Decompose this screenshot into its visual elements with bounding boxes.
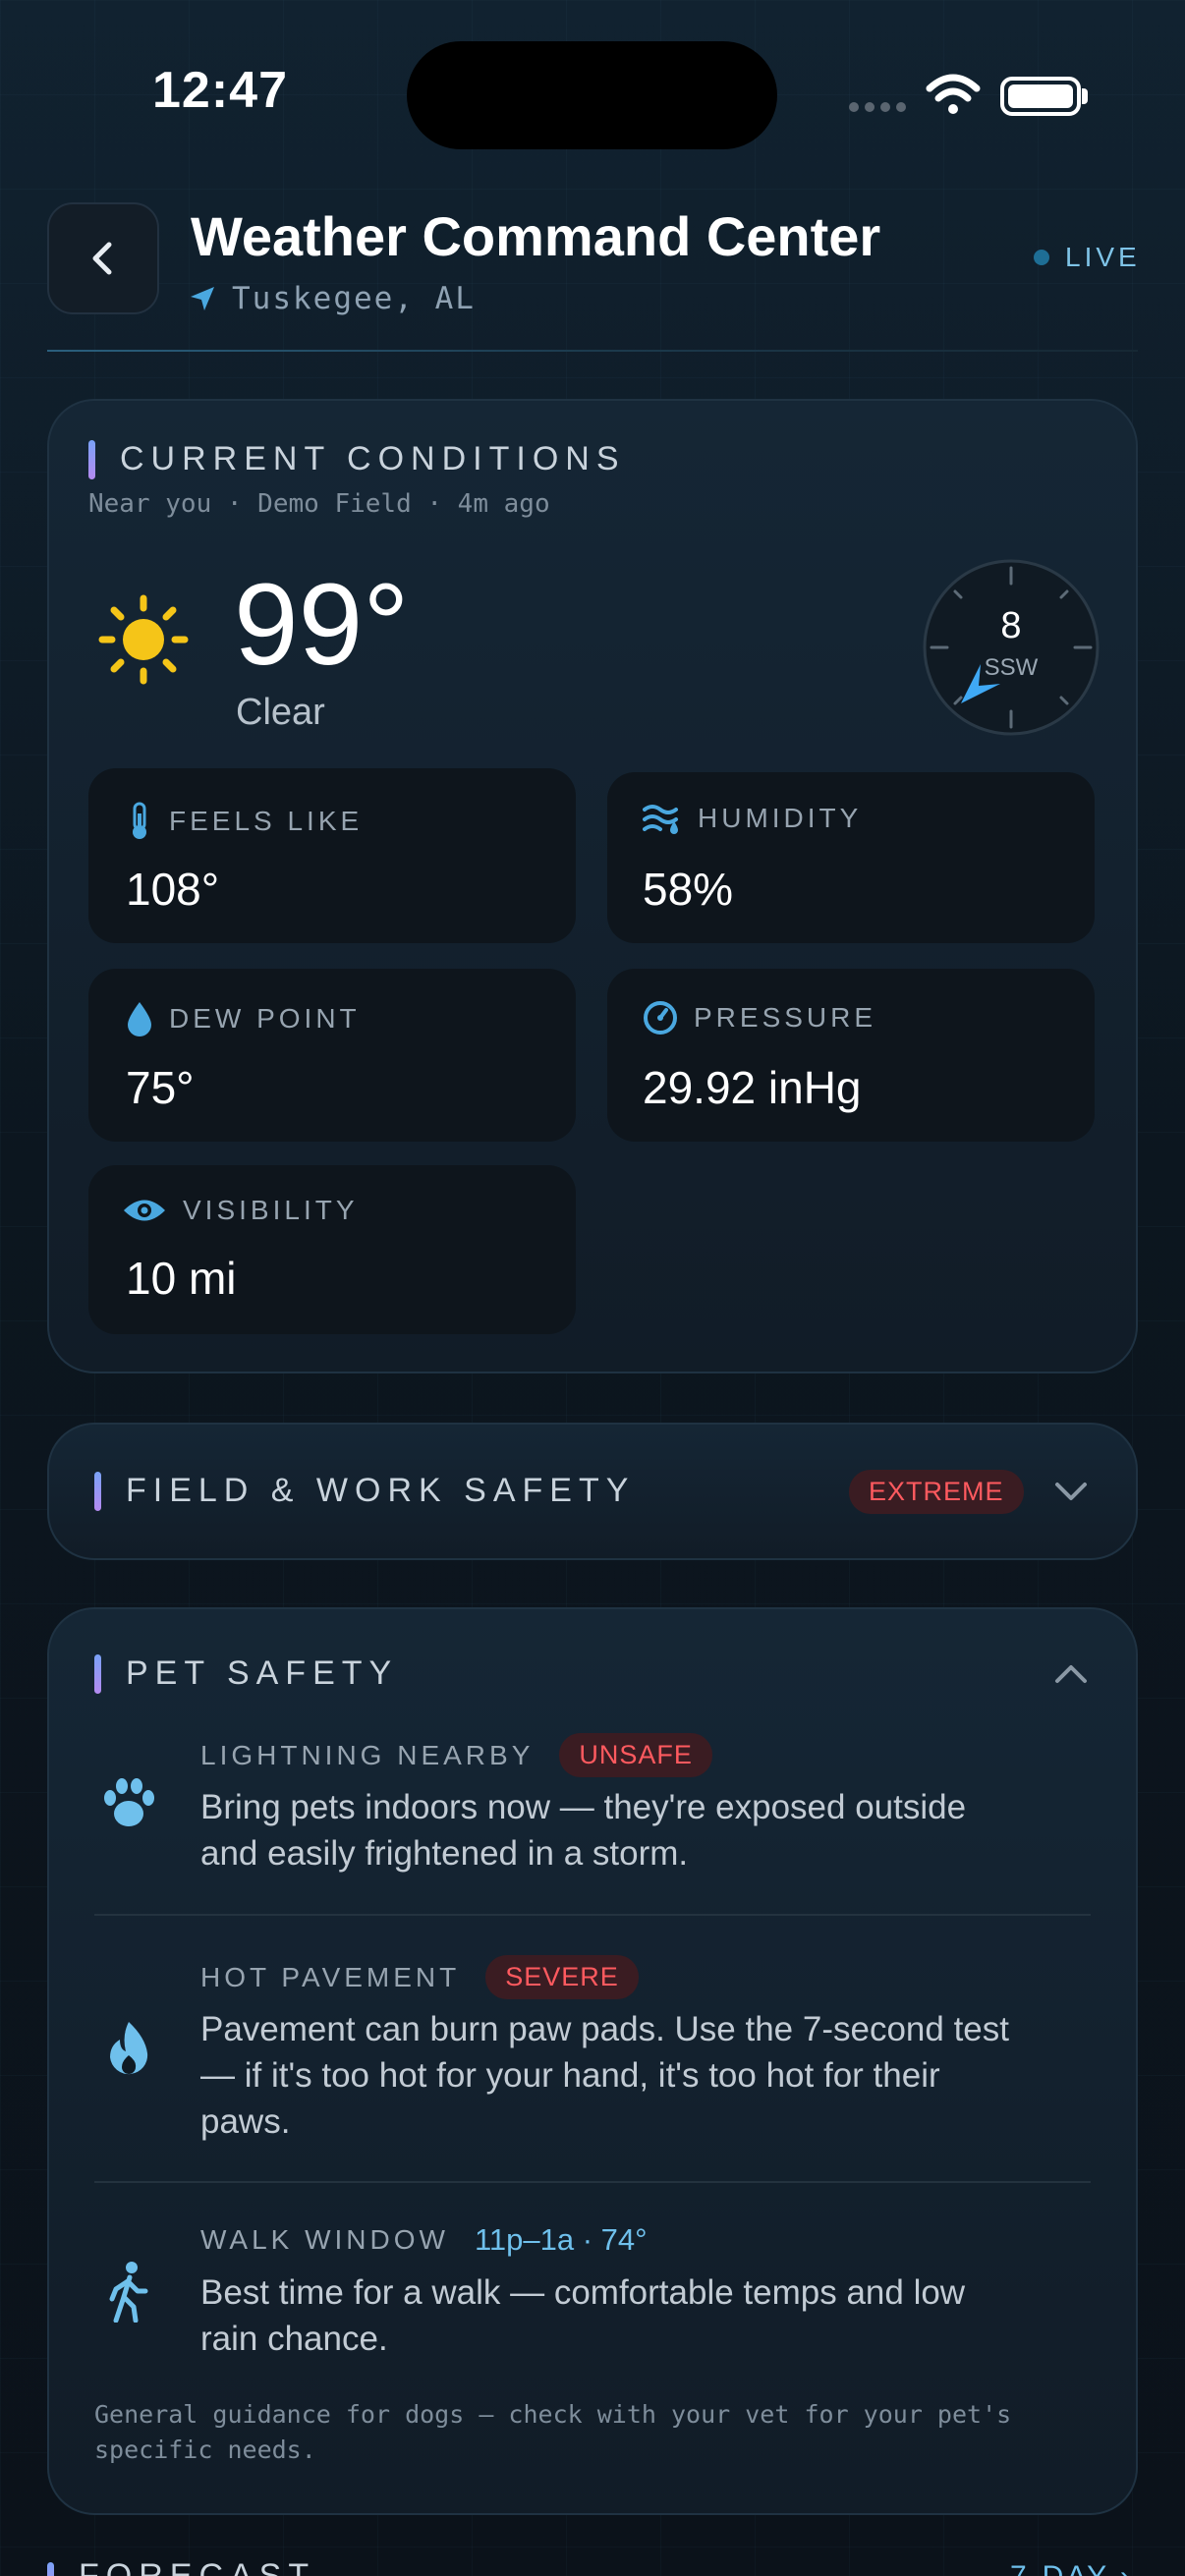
live-indicator: LIVE — [1034, 242, 1141, 273]
walk-window-label: WALK WINDOW — [200, 2224, 449, 2255]
hot-pavement-label: HOT PAVEMENT — [200, 1961, 461, 1992]
divider — [94, 2181, 1091, 2183]
chevron-down-icon[interactable] — [1051, 1472, 1091, 1511]
thermometer-icon — [133, 802, 146, 839]
field-safety-badge: EXTREME — [849, 1470, 1024, 1514]
page-title: Weather Command Center — [191, 205, 881, 267]
chevron-up-icon[interactable] — [1051, 1654, 1091, 1694]
feels-like-tile: FEELS LIKE 108° — [88, 768, 576, 943]
eye-icon — [124, 1200, 165, 1221]
pet-item-label: WALK WINDOW 11p–1a · 74° — [200, 2222, 648, 2258]
walking-person-icon — [109, 2262, 148, 2323]
humidity-tile: HUMIDITY 58% — [607, 772, 1095, 943]
battery-icon — [1000, 77, 1081, 116]
humidity-waves-icon — [643, 805, 678, 834]
pressure-tile: PRESSURE 29.92 inHg — [607, 969, 1095, 1142]
dew-point-tile: DEW POINT 75° — [88, 969, 576, 1142]
dew-point-value: 75° — [126, 1062, 195, 1113]
hot-pavement-text: Pavement can burn paw pads. Use the 7-se… — [200, 2010, 1009, 2141]
section-accent-bar — [94, 1472, 101, 1511]
forecast-title: FORECAST — [79, 2557, 316, 2576]
live-label: LIVE — [1065, 242, 1141, 272]
feels-like-value: 108° — [126, 864, 220, 915]
header-divider — [47, 350, 1138, 352]
wind-compass — [923, 559, 1100, 736]
sun-icon — [98, 594, 189, 685]
current-conditions-title: CURRENT CONDITIONS — [120, 440, 626, 477]
dynamic-island — [407, 41, 777, 149]
walk-window-text: Best time for a walk — comfortable temps… — [200, 2273, 966, 2358]
section-accent-bar — [88, 440, 95, 479]
feels-like-label: FEELS LIKE — [169, 806, 364, 836]
dew-point-label: DEW POINT — [169, 1003, 361, 1034]
chevron-left-icon — [92, 242, 112, 275]
status-time: 12:47 — [152, 62, 288, 119]
flame-icon — [110, 2022, 148, 2075]
location[interactable]: Tuskegee, AL — [189, 281, 476, 316]
water-drop-icon — [128, 1002, 151, 1036]
humidity-label: HUMIDITY — [698, 803, 863, 833]
gauge-icon — [644, 1001, 677, 1035]
back-button[interactable] — [47, 202, 159, 314]
humidity-value: 58% — [643, 864, 734, 915]
unsafe-badge: UNSAFE — [559, 1733, 712, 1777]
cellular-signal-icon — [849, 102, 906, 112]
visibility-value: 10 mi — [126, 1253, 237, 1304]
pet-item-label: HOT PAVEMENT SEVERE — [200, 1955, 639, 1999]
current-conditions-subtitle: Near you · Demo Field · 4m ago — [88, 489, 550, 519]
forecast-7-day-link[interactable]: 7-DAY › — [1010, 2560, 1133, 2576]
pet-safety-footer: General guidance for dogs — check with y… — [94, 2400, 1012, 2464]
battery-nub — [1082, 88, 1088, 104]
pet-item-label: LIGHTNING NEARBY UNSAFE — [200, 1733, 712, 1777]
live-dot-icon — [1034, 250, 1049, 265]
lightning-nearby-text: Bring pets indoors now — they're exposed… — [200, 1788, 967, 1873]
pressure-value: 29.92 inHg — [643, 1062, 862, 1113]
walk-window-time: 11p–1a · 74° — [474, 2222, 648, 2257]
section-accent-bar — [94, 1654, 101, 1694]
wind-direction: SSW — [984, 654, 1039, 681]
lightning-nearby-label: LIGHTNING NEARBY — [200, 1739, 535, 1770]
condition-description: Clear — [236, 692, 325, 733]
divider — [94, 1914, 1091, 1916]
location-arrow-icon — [191, 287, 214, 310]
location-label: Tuskegee, AL — [232, 281, 476, 316]
visibility-tile: VISIBILITY 10 mi — [88, 1165, 576, 1334]
wifi-icon — [926, 74, 981, 114]
section-accent-bar — [47, 2562, 54, 2576]
wind-speed: 8 — [1000, 605, 1022, 646]
visibility-label: VISIBILITY — [183, 1195, 359, 1225]
paw-icon — [104, 1778, 154, 1826]
field-safety-title: FIELD & WORK SAFETY — [126, 1472, 636, 1509]
pet-safety-title: PET SAFETY — [126, 1654, 399, 1692]
pressure-label: PRESSURE — [694, 1002, 877, 1033]
current-temperature: 99° — [234, 560, 410, 690]
severe-badge: SEVERE — [485, 1955, 639, 1999]
